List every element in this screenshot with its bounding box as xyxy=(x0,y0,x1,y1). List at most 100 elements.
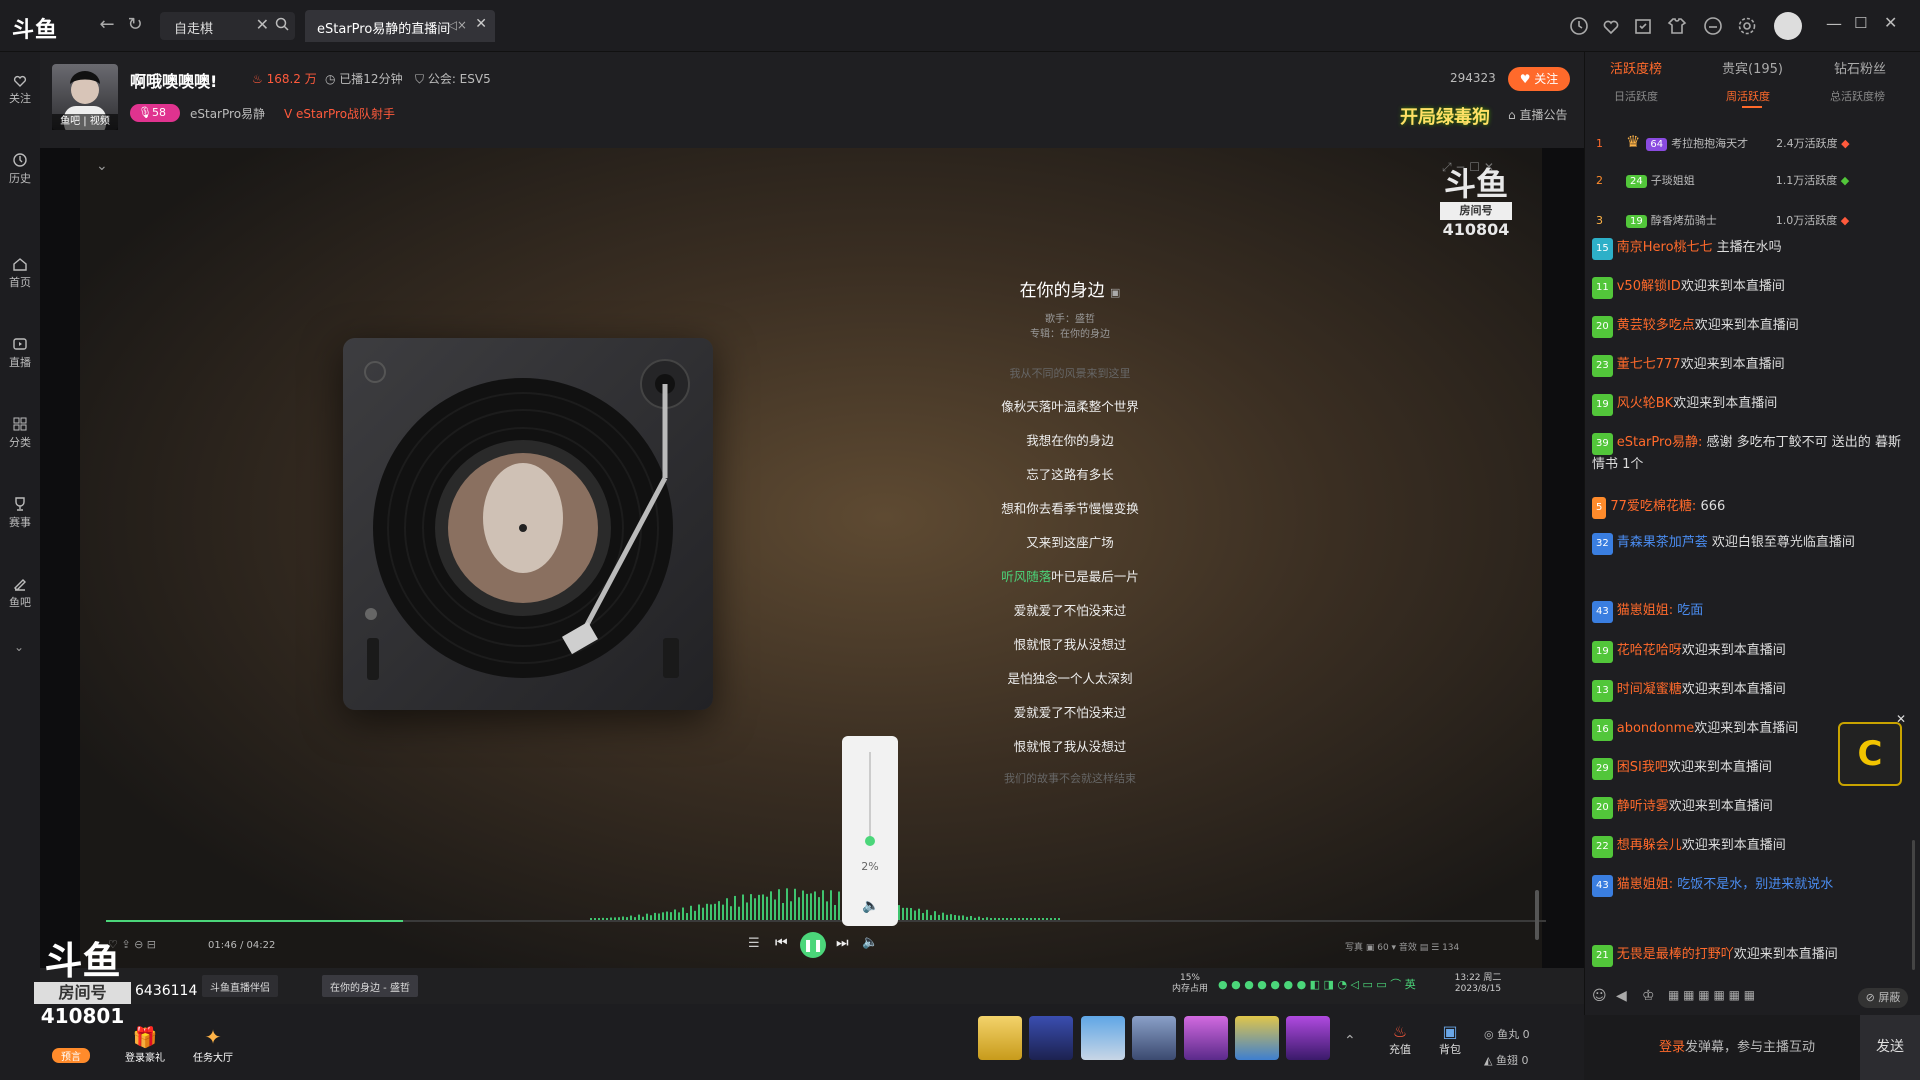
avatar-caption[interactable]: 鱼吧 | 视频 xyxy=(52,114,118,130)
douyu-logo[interactable]: 斗鱼 xyxy=(12,12,58,44)
sidebar-item-follow[interactable]: 关注 xyxy=(0,72,40,106)
gift-item-1[interactable] xyxy=(978,1016,1022,1060)
chat-user[interactable]: 无畏是最棒的打野吖 xyxy=(1617,947,1734,962)
gift-item-2[interactable] xyxy=(1029,1016,1073,1060)
close-icon[interactable]: ✕ xyxy=(1896,712,1906,726)
chat-user[interactable]: 黄芸较多吃点 xyxy=(1617,318,1695,333)
volume-slider-track[interactable] xyxy=(869,752,871,844)
chat-user[interactable]: 花哈花哈呀 xyxy=(1617,643,1682,658)
maximize-icon[interactable]: ☐ xyxy=(1854,14,1867,32)
chat-user[interactable]: 青森果茶加芦荟 xyxy=(1617,535,1708,550)
taskbar-item-song[interactable]: 在你的身边 - 盛哲 xyxy=(322,975,418,997)
search-icon[interactable] xyxy=(275,17,289,31)
message-icon[interactable] xyxy=(1702,15,1724,37)
chevron-up-icon[interactable]: ⌃ xyxy=(1344,1033,1356,1049)
chat-user[interactable]: 77爱吃棉花糖: xyxy=(1610,499,1696,514)
block-button[interactable]: ⊘ 屏蔽 xyxy=(1858,988,1908,1008)
subtab-weekly[interactable]: 周活跃度 xyxy=(1726,88,1770,104)
chat-text: 欢迎来到本直播间 xyxy=(1668,799,1773,814)
chevron-down-icon[interactable]: ⌄ xyxy=(96,158,108,174)
sidebar-item-live[interactable]: 直播 xyxy=(0,336,40,370)
playlist-icon[interactable]: ☰ xyxy=(748,936,760,951)
chat-user[interactable]: 猫崽姐姐: xyxy=(1617,603,1673,618)
window-close-icon[interactable]: ✕ xyxy=(1884,13,1897,32)
player-right-controls[interactable]: 写真 ▣ 60 ▾ 音效 ▤ ☰ 134 xyxy=(1345,940,1459,953)
calendar-icon[interactable] xyxy=(1632,15,1654,37)
shirt-icon[interactable] xyxy=(1666,15,1688,37)
sidebar-item-category[interactable]: 分类 xyxy=(0,416,40,450)
floating-ad[interactable]: C xyxy=(1838,722,1902,786)
settings-icon[interactable] xyxy=(1736,15,1758,37)
tray-icons[interactable]: ● ● ● ● ● ● ● ◧ ◨ ◔ ◁ ▭ ▭ ⌒ 英 xyxy=(1218,976,1416,992)
chat-user[interactable]: 时间凝蜜糖 xyxy=(1617,682,1682,697)
chat-input[interactable]: 登录发弹幕，参与主播互动 xyxy=(1584,1015,1890,1080)
chat-user[interactable]: 静听诗雾 xyxy=(1617,799,1669,814)
wave-bar xyxy=(742,894,744,920)
task-hall-button[interactable]: ✦ 任务大厅 xyxy=(184,1025,242,1064)
volume-icon[interactable]: 🔈 xyxy=(862,935,878,950)
chat-user[interactable]: eStarPro易静: xyxy=(1617,435,1703,450)
tab-search[interactable]: 自走棋 ✕ xyxy=(160,12,295,40)
chat-scrollbar[interactable] xyxy=(1912,840,1915,970)
fan-badge[interactable]: 🎙58 xyxy=(130,104,180,122)
subtab-daily[interactable]: 日活跃度 xyxy=(1614,88,1658,104)
sidebar-item-esports[interactable]: 赛事 xyxy=(0,496,40,530)
wave-bar xyxy=(730,906,732,920)
sidebar-item-fishbar[interactable]: 鱼吧 xyxy=(0,576,40,610)
user-avatar[interactable] xyxy=(1774,12,1802,40)
mute-icon[interactable]: ◁× xyxy=(448,18,467,32)
follow-button[interactable]: ♥ 关注 xyxy=(1508,67,1570,91)
announcement-button[interactable]: ⌂ 直播公告 xyxy=(1508,106,1567,123)
tab-vip[interactable]: 贵宾(195) xyxy=(1722,58,1783,77)
history-icon[interactable] xyxy=(1568,15,1590,37)
chat-user[interactable]: 董七七777 xyxy=(1617,357,1681,372)
team-tag[interactable]: V eStarPro战队射手 xyxy=(280,104,399,122)
guild[interactable]: ⛉ 公会: ESV5 xyxy=(415,70,491,87)
mv-icon[interactable]: ▣ xyxy=(1110,286,1120,299)
refresh-icon[interactable]: ↻ xyxy=(124,14,146,36)
chat-user[interactable]: 风火轮BK xyxy=(1617,396,1673,411)
login-gift-button[interactable]: 🎁 登录豪礼 xyxy=(122,1025,168,1064)
chevron-down-icon[interactable]: ⌄ xyxy=(14,640,24,654)
prev-icon[interactable]: ⏮ xyxy=(775,935,788,951)
horn-icon[interactable]: ◀ xyxy=(1616,988,1627,1004)
speaker-icon[interactable]: 🔈 xyxy=(862,898,879,914)
gift-item-6[interactable] xyxy=(1235,1016,1279,1060)
taskbar-item-companion[interactable]: 斗鱼直播伴侣 xyxy=(202,975,278,997)
heart-icon[interactable] xyxy=(1600,15,1622,37)
subtab-total[interactable]: 总活跃度榜 xyxy=(1830,88,1885,104)
pause-button[interactable]: ❚❚ xyxy=(800,932,826,958)
rank-row[interactable]: 1 ♛ 64 考拉抱抱海天才 2.4万活跃度 ◆ xyxy=(1596,132,1850,164)
tab-activity-rank[interactable]: 活跃度榜 xyxy=(1610,58,1662,77)
back-icon[interactable]: ← xyxy=(96,14,118,36)
chat-user[interactable]: v50解锁ID xyxy=(1617,279,1681,294)
crown-icon[interactable]: ♔ xyxy=(1642,988,1655,1004)
chat-user[interactable]: 困SI我吧 xyxy=(1617,760,1668,775)
chat-user[interactable]: abondonme xyxy=(1617,721,1695,736)
backpack-button[interactable]: ▣ 背包 xyxy=(1432,1022,1468,1057)
streamer-tag[interactable]: eStarPro易静 xyxy=(190,105,265,122)
send-button[interactable]: 发送 xyxy=(1860,1015,1920,1080)
emoji-icon[interactable]: ☺ xyxy=(1592,988,1607,1004)
recharge-button[interactable]: ♨ 充值 xyxy=(1382,1022,1418,1057)
sidebar-item-home[interactable]: 首页 xyxy=(0,256,40,290)
gift-item-5[interactable] xyxy=(1184,1016,1228,1060)
next-icon[interactable]: ⏭ xyxy=(836,935,849,951)
chat-user[interactable]: 猫崽姐姐: xyxy=(1617,877,1673,892)
gift-item-4[interactable] xyxy=(1132,1016,1176,1060)
sidebar-item-history[interactable]: 历史 xyxy=(0,152,40,186)
gift-item-7[interactable] xyxy=(1286,1016,1330,1060)
tab-live-room[interactable]: eStarPro易静的直播间 ◁× ✕ xyxy=(305,10,495,42)
tab-diamond-fans[interactable]: 钻石粉丝 xyxy=(1834,58,1886,77)
close-icon[interactable]: ✕ xyxy=(475,16,487,32)
rank-row[interactable]: 2 24 子琰姐姐 1.1万活跃度 ◆ xyxy=(1596,172,1849,204)
chat-user[interactable]: 想再躲会儿 xyxy=(1617,838,1682,853)
gift-item-3[interactable] xyxy=(1081,1016,1125,1060)
scrollbar[interactable] xyxy=(1535,890,1539,940)
minimize-icon[interactable]: — xyxy=(1826,14,1842,33)
chat-user[interactable]: 南京Hero桃七七 xyxy=(1617,240,1713,255)
close-icon[interactable]: ✕ xyxy=(256,15,269,34)
preview-badge[interactable]: 预言 xyxy=(52,1048,90,1063)
quick-icons[interactable]: ▦ ▦ ▦ ▦ ▦ ▦ xyxy=(1668,988,1755,1002)
login-link[interactable]: 登录 xyxy=(1659,1040,1685,1055)
